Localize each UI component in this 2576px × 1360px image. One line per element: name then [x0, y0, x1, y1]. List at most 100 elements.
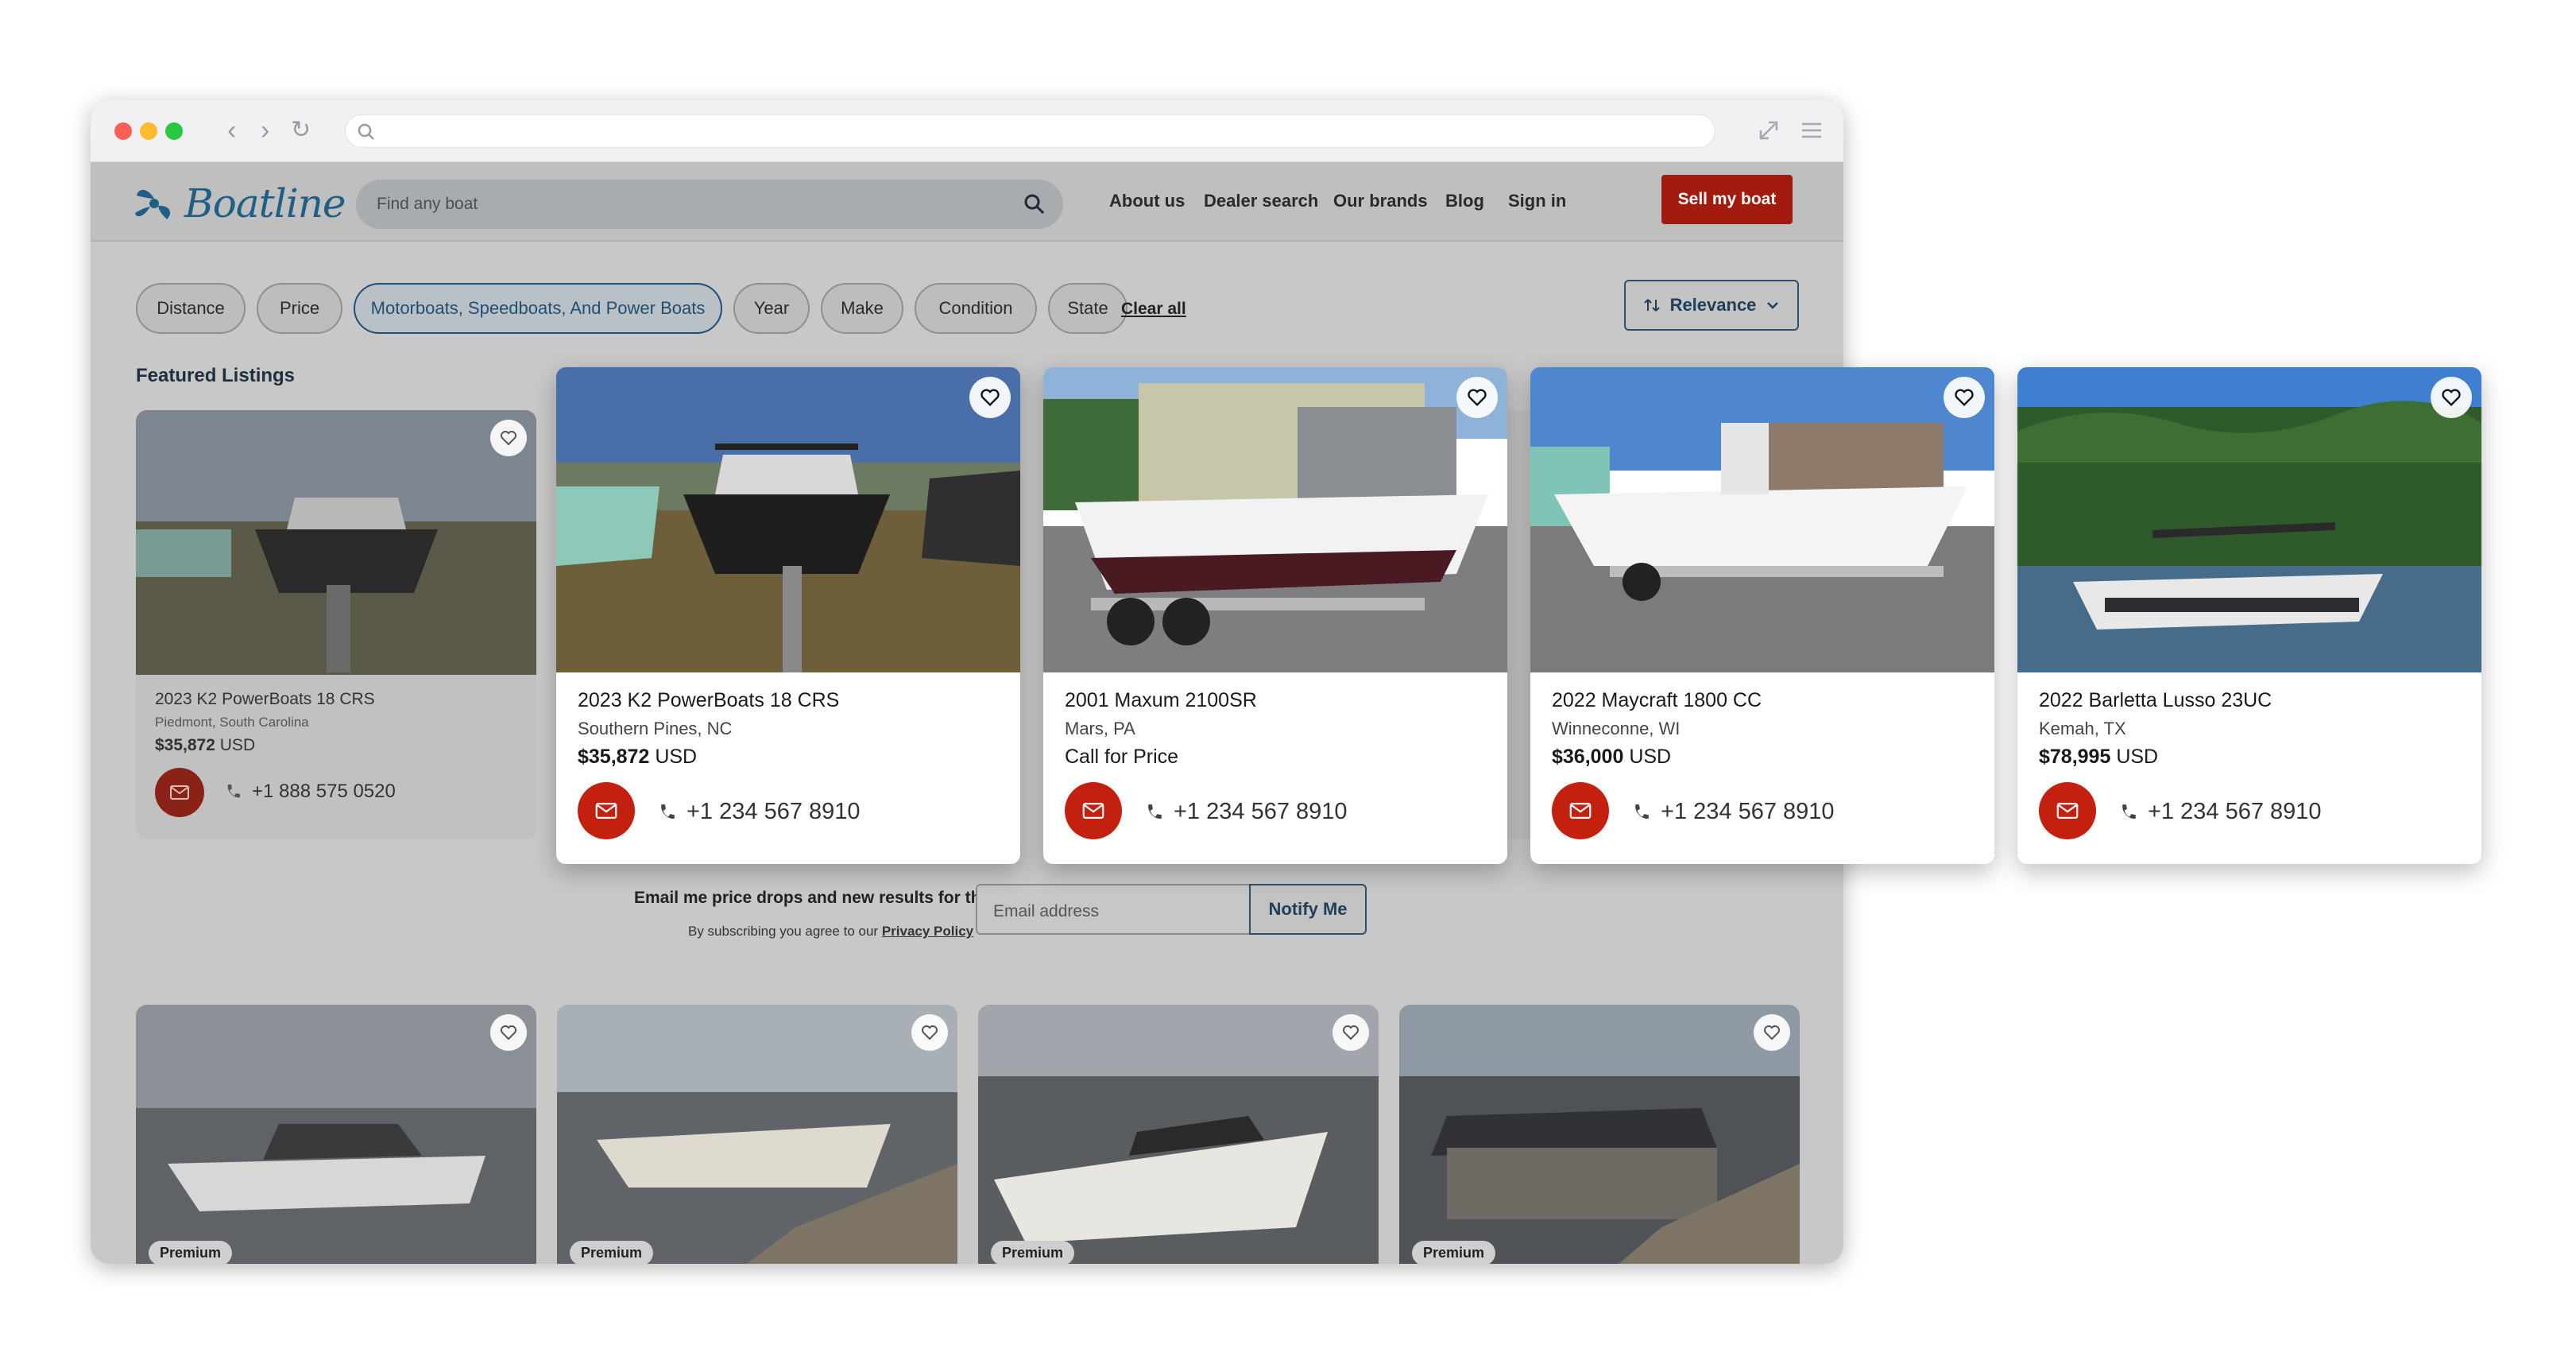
dealer-phone-number: +1 234 567 8910: [1661, 799, 1835, 824]
favorite-heart-icon[interactable]: [490, 1014, 527, 1051]
boat-photo: [136, 1005, 536, 1264]
premium-badge: Premium: [570, 1241, 654, 1264]
filter-price[interactable]: Price: [257, 283, 342, 334]
mail-icon: [1082, 803, 1104, 819]
favorite-heart-icon[interactable]: [1332, 1014, 1369, 1051]
dealer-phone[interactable]: +1 888 575 0520: [225, 781, 396, 803]
mail-icon: [1569, 803, 1592, 819]
maximize-window-button[interactable]: [165, 122, 183, 140]
premium-listing-card[interactable]: Premium: [978, 1005, 1379, 1264]
listing-location: Southern Pines, NC: [578, 719, 733, 738]
premium-badge: Premium: [991, 1241, 1075, 1264]
menu-icon[interactable]: [1797, 116, 1826, 149]
nav-dealer-search[interactable]: Dealer search: [1204, 191, 1318, 211]
featured-listing-card[interactable]: 2023 K2 PowerBoats 18 CRS Southern Pines…: [556, 367, 1020, 864]
favorite-heart-icon[interactable]: [1944, 377, 1985, 418]
search-icon[interactable]: [1023, 193, 1046, 215]
browser-toolbar: ‹ › ↻: [91, 100, 1843, 162]
dealer-phone[interactable]: +1 234 567 8910: [2119, 799, 2322, 825]
reload-icon[interactable]: ↻: [291, 116, 311, 145]
nav-blog[interactable]: Blog: [1445, 191, 1484, 211]
filter-distance[interactable]: Distance: [136, 283, 246, 334]
sell-my-boat-button[interactable]: Sell my boat: [1661, 175, 1793, 224]
dealer-phone[interactable]: +1 234 567 8910: [1145, 799, 1348, 825]
email-dealer-button[interactable]: [1552, 782, 1609, 839]
sort-icon: [1643, 299, 1660, 312]
nav-about-us[interactable]: About us: [1109, 191, 1185, 211]
sort-dropdown[interactable]: Relevance: [1624, 280, 1799, 331]
chevron-down-icon: [1767, 302, 1779, 309]
clear-all-link[interactable]: Clear all: [1121, 300, 1186, 319]
background-listing-card[interactable]: 2023 K2 PowerBoats 18 CRS Piedmont, Sout…: [136, 410, 536, 839]
premium-listing-card[interactable]: Premium: [136, 1005, 536, 1264]
favorite-heart-icon[interactable]: [490, 420, 527, 456]
filter-year[interactable]: Year: [733, 283, 810, 334]
minimize-window-button[interactable]: [140, 122, 157, 140]
boat-photo: [1530, 367, 1994, 672]
email-address-input[interactable]: Email address: [976, 884, 1249, 935]
premium-listing-card[interactable]: Premium: [1399, 1005, 1800, 1264]
listing-title[interactable]: 2022 Barletta Lusso 23UC: [2039, 689, 2272, 712]
dealer-phone[interactable]: +1 234 567 8910: [658, 799, 861, 825]
email-dealer-button[interactable]: [1065, 782, 1122, 839]
email-dealer-button[interactable]: [578, 782, 635, 839]
expand-icon[interactable]: [1754, 116, 1783, 149]
boat-photo: [1043, 367, 1507, 672]
newsletter-subtitle: By subscribing you agree to our Privacy …: [688, 924, 974, 939]
site-header: Boatline Find any boat About us Dealer s…: [91, 162, 1843, 242]
boat-photo: [2017, 367, 2481, 672]
nav-our-brands[interactable]: Our brands: [1333, 191, 1428, 211]
filter-state[interactable]: State: [1048, 283, 1127, 334]
listing-price: $35,872: [578, 746, 650, 768]
forward-arrow-icon[interactable]: ›: [261, 116, 269, 145]
filter-make[interactable]: Make: [821, 283, 903, 334]
listing-location: Kemah, TX: [2039, 719, 2126, 738]
listing-currency: USD: [1629, 746, 1672, 768]
boatline-logo[interactable]: Boatline: [132, 180, 346, 227]
favorite-heart-icon[interactable]: [2431, 377, 2472, 418]
boat-photo: [556, 367, 1020, 672]
listing-title[interactable]: 2001 Maxum 2100SR: [1065, 689, 1257, 712]
listing-location: Winneconne, WI: [1552, 719, 1681, 738]
notify-me-button[interactable]: Notify Me: [1249, 884, 1367, 935]
featured-listing-card[interactable]: 2022 Barletta Lusso 23UC Kemah, TX $78,9…: [2017, 367, 2481, 864]
boat-photo: [136, 410, 536, 675]
listing-currency: USD: [219, 736, 256, 754]
privacy-policy-link[interactable]: Privacy Policy: [882, 924, 973, 939]
listing-title[interactable]: 2022 Maycraft 1800 CC: [1552, 689, 1762, 712]
phone-icon: [661, 804, 675, 819]
sort-label: Relevance: [1669, 295, 1757, 315]
back-arrow-icon[interactable]: ‹: [227, 116, 236, 145]
listing-price: $78,995: [2039, 746, 2111, 768]
listing-currency: USD: [655, 746, 698, 768]
email-dealer-button[interactable]: [155, 768, 204, 817]
nav-sign-in[interactable]: Sign in: [1508, 191, 1566, 211]
listing-title: 2023 K2 PowerBoats 18 CRS: [155, 690, 375, 708]
listing-currency: USD: [2116, 746, 2159, 768]
mail-icon: [170, 785, 189, 800]
listing-title[interactable]: 2023 K2 PowerBoats 18 CRS: [578, 689, 839, 712]
filter-condition[interactable]: Condition: [915, 283, 1037, 334]
favorite-heart-icon[interactable]: [1754, 1014, 1790, 1051]
featured-listing-card[interactable]: 2001 Maxum 2100SR Mars, PA Call for Pric…: [1043, 367, 1507, 864]
listing-price: $35,872: [155, 736, 215, 754]
address-bar[interactable]: [345, 114, 1715, 148]
favorite-heart-icon[interactable]: [911, 1014, 948, 1051]
email-dealer-button[interactable]: [2039, 782, 2096, 839]
premium-listing-card[interactable]: Premium: [557, 1005, 957, 1264]
phone-icon: [2122, 804, 2136, 819]
favorite-heart-icon[interactable]: [969, 377, 1011, 418]
featured-listings-heading: Featured Listings: [136, 365, 296, 386]
dealer-phone[interactable]: +1 234 567 8910: [1632, 799, 1835, 825]
phone-icon: [1635, 804, 1649, 819]
boat-search-input[interactable]: Find any boat: [356, 180, 1063, 229]
favorite-heart-icon[interactable]: [1456, 377, 1498, 418]
filter-boat-type[interactable]: Motorboats, Speedboats, And Power Boats: [354, 283, 722, 334]
dealer-phone-number: +1 888 575 0520: [252, 781, 396, 802]
close-window-button[interactable]: [114, 122, 132, 140]
propeller-icon: [135, 189, 171, 219]
address-search-icon: [358, 123, 374, 140]
featured-listing-card[interactable]: 2022 Maycraft 1800 CC Winneconne, WI $36…: [1530, 367, 1994, 864]
boat-photo: [978, 1005, 1379, 1264]
premium-badge: Premium: [1412, 1241, 1496, 1264]
